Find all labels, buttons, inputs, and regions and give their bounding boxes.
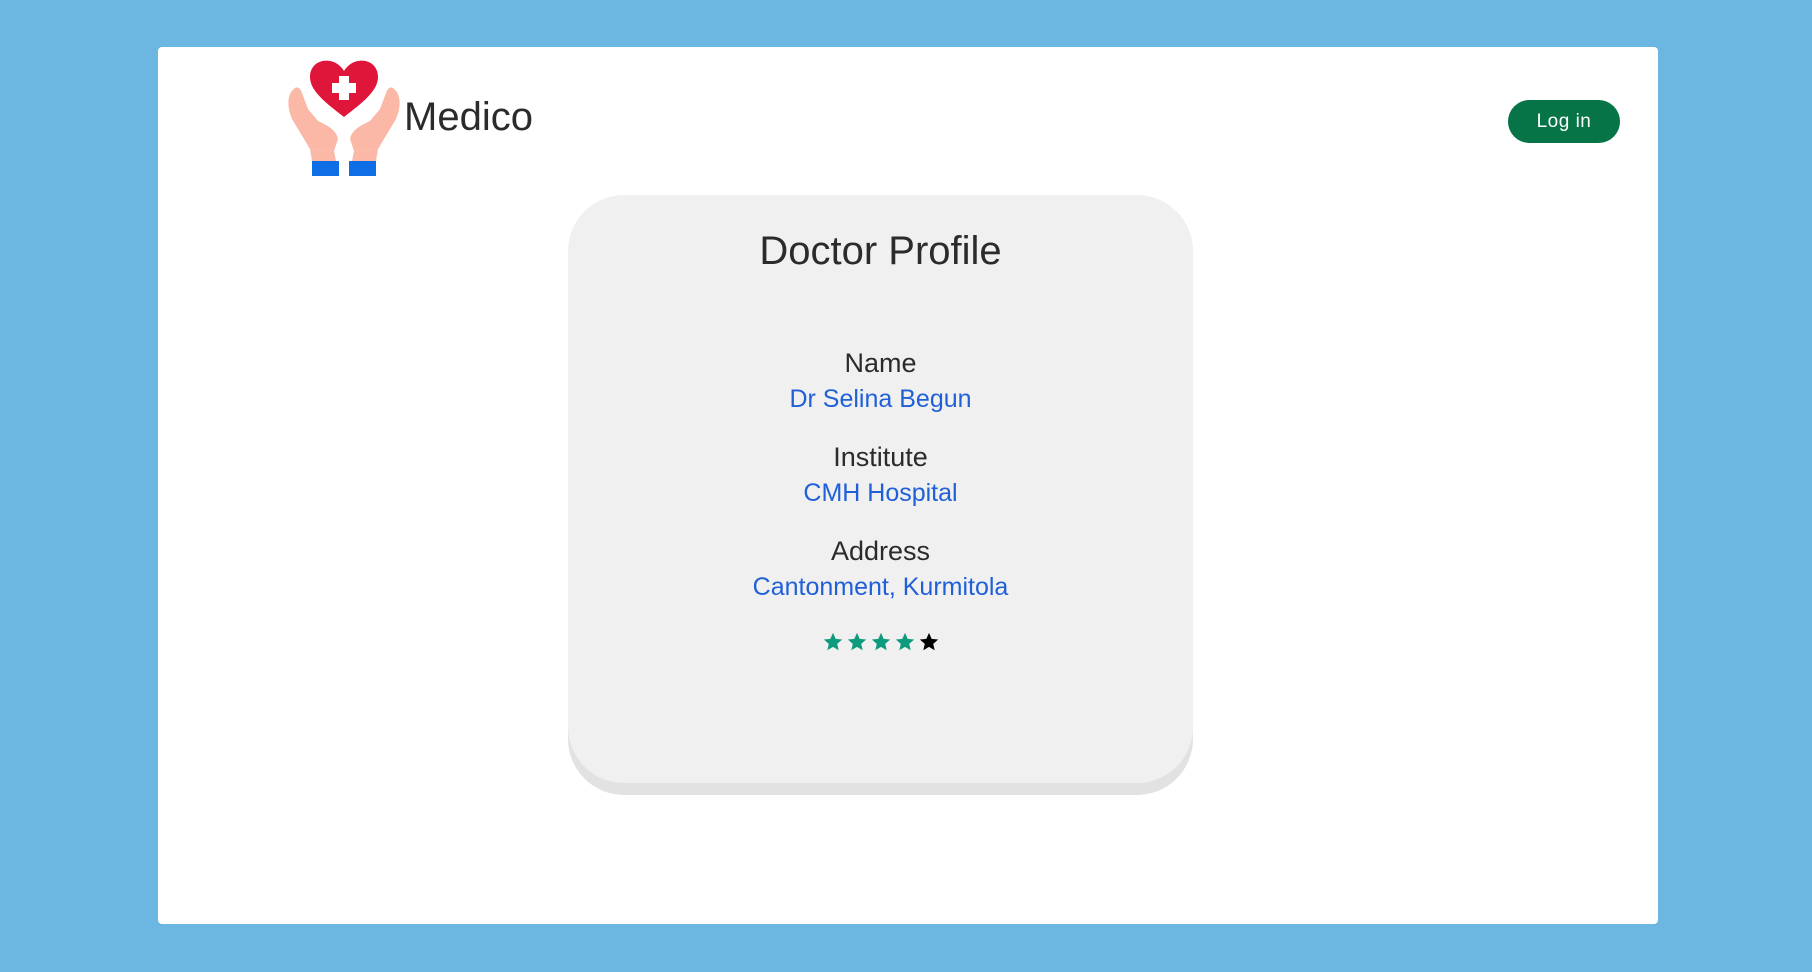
field-address-label: Address	[830, 536, 931, 566]
doctor-profile-card: Doctor Profile Name Dr Selina Begun Inst…	[568, 195, 1193, 783]
star-empty-icon	[919, 632, 938, 651]
field-address-value: Cantonment, Kurmitola	[752, 573, 1009, 601]
star-filled-icon	[847, 632, 866, 651]
field-name-label: Name	[844, 348, 917, 378]
page-title: Doctor Profile	[759, 229, 1002, 273]
profile-fields: Name Dr Selina Begun Institute CMH Hospi…	[568, 345, 1193, 605]
field-institute: Institute CMH Hospital	[568, 439, 1193, 511]
brand-name: Medico	[404, 95, 533, 139]
medical-hands-heart-icon	[288, 60, 400, 176]
field-institute-value: CMH Hospital	[803, 479, 958, 507]
field-institute-label: Institute	[833, 442, 928, 472]
field-name-value: Dr Selina Begun	[789, 385, 972, 413]
page-container: Medico Log in Doctor Profile Name Dr Sel…	[158, 47, 1658, 924]
star-filled-icon	[871, 632, 890, 651]
star-filled-icon	[895, 632, 914, 651]
star-filled-icon	[823, 632, 842, 651]
star-rating	[822, 631, 940, 653]
field-address: Address Cantonment, Kurmitola	[568, 533, 1193, 605]
field-name: Name Dr Selina Begun	[568, 345, 1193, 417]
login-button[interactable]: Log in	[1508, 100, 1620, 143]
